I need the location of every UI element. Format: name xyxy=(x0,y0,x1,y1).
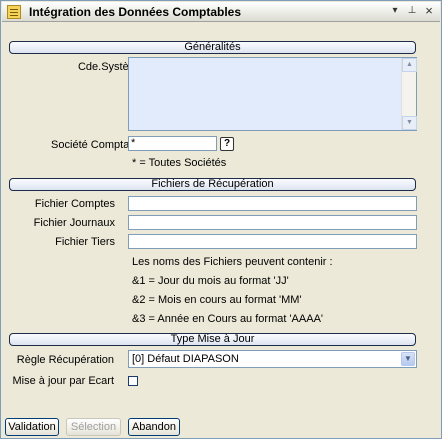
dropdown-icon[interactable]: ▾ xyxy=(388,4,402,18)
fichier-tiers-input[interactable] xyxy=(128,234,417,249)
fichier-comptes-input[interactable] xyxy=(128,196,417,211)
regle-recuperation-value: [0] Défaut DIAPASON xyxy=(132,353,239,365)
fichier-comptes-label: Fichier Comptes xyxy=(34,198,115,210)
document-icon xyxy=(7,5,21,19)
fichier-journaux-label: Fichier Journaux xyxy=(33,217,115,229)
societe-note: * = Toutes Sociétés xyxy=(132,157,227,169)
files-note-day: &1 = Jour du mois au format 'JJ' xyxy=(132,275,289,287)
regle-recuperation-label: Règle Récupération xyxy=(16,354,114,366)
pin-icon[interactable]: ⊥ xyxy=(405,4,419,18)
validation-button[interactable]: Validation xyxy=(5,418,59,436)
title-bar: Intégration des Données Comptables ▾ ⊥ × xyxy=(2,2,440,22)
societe-comptable-input[interactable]: * xyxy=(128,136,217,151)
files-note-header: Les noms des Fichiers peuvent contenir : xyxy=(132,256,333,268)
window-title: Intégration des Données Comptables xyxy=(29,5,242,19)
selection-button[interactable]: Sélection xyxy=(66,418,121,436)
section-header-update-type: Type Mise à Jour xyxy=(9,333,416,346)
files-note-year: &3 = Année en Cours au format 'AAAA' xyxy=(132,313,324,325)
mise-a-jour-ecart-label: Mise à jour par Ecart xyxy=(12,375,114,387)
files-note-month: &2 = Mois en cours au format 'MM' xyxy=(132,294,302,306)
vertical-scrollbar[interactable]: ▲ ▼ xyxy=(401,58,417,130)
close-icon[interactable]: × xyxy=(422,4,436,18)
abandon-button[interactable]: Abandon xyxy=(128,418,180,436)
section-header-files: Fichiers de Récupération xyxy=(9,178,416,191)
regle-recuperation-select[interactable]: [0] Défaut DIAPASON ▼ xyxy=(128,350,417,368)
chevron-down-icon[interactable]: ▼ xyxy=(401,352,415,366)
scroll-down-icon[interactable]: ▼ xyxy=(402,116,417,130)
help-icon[interactable]: ? xyxy=(220,137,234,151)
window: Intégration des Données Comptables ▾ ⊥ ×… xyxy=(0,0,442,439)
mise-a-jour-ecart-checkbox[interactable] xyxy=(128,376,138,386)
fichier-tiers-label: Fichier Tiers xyxy=(55,236,115,248)
cde-systeme-textarea[interactable]: ▲ ▼ xyxy=(128,57,417,131)
fichier-journaux-input[interactable] xyxy=(128,215,417,230)
section-header-general: Généralités xyxy=(9,41,416,54)
scroll-up-icon[interactable]: ▲ xyxy=(402,58,417,72)
